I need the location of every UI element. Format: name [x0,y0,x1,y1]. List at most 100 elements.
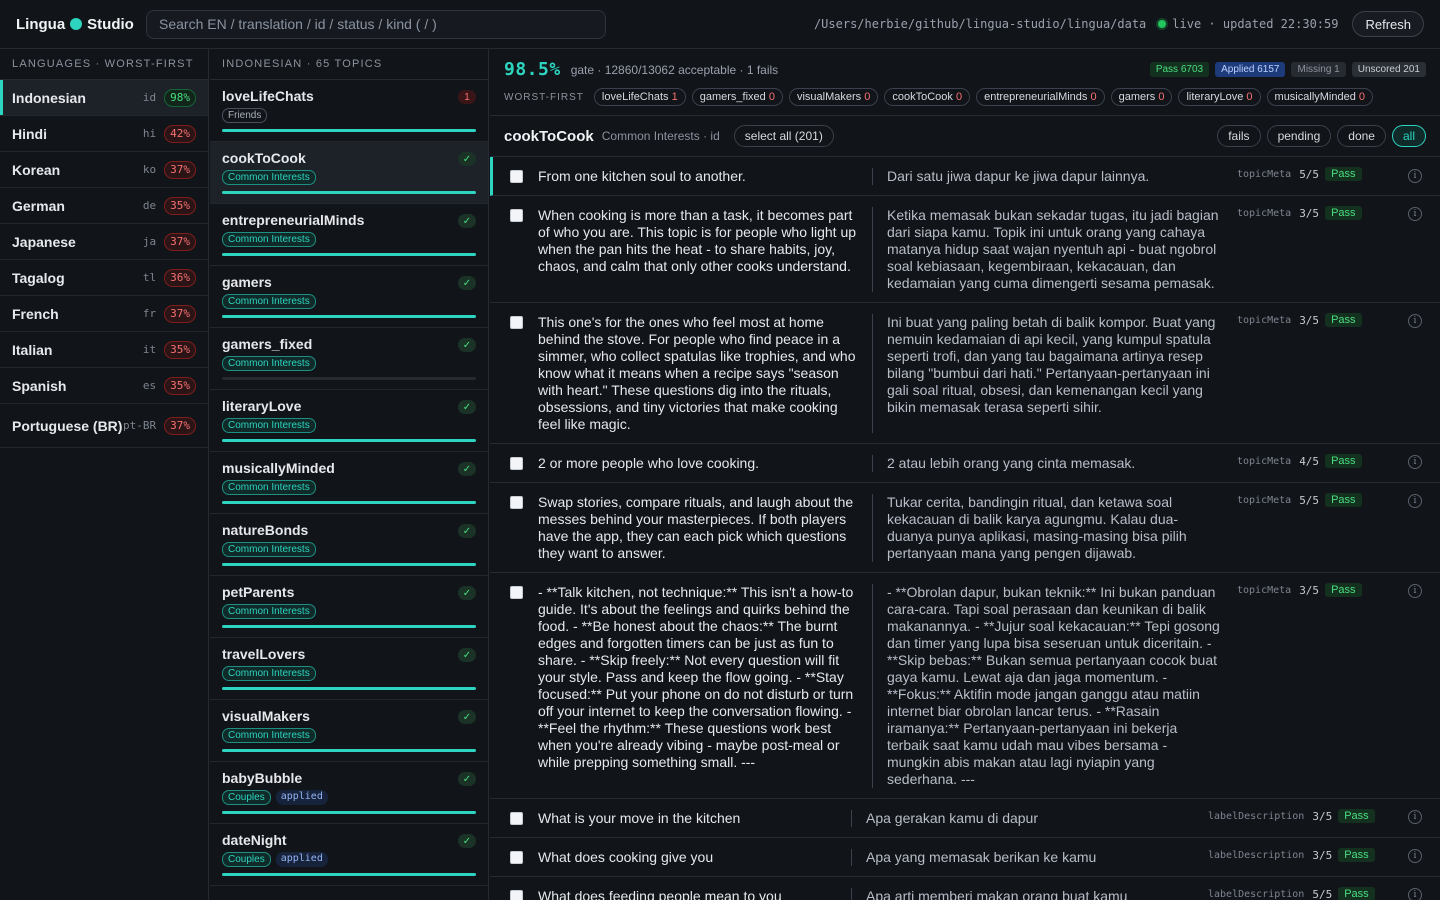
language-item[interactable]: Korean ko 37% [0,152,208,188]
info-icon[interactable]: i [1408,169,1422,183]
topic-header: cookToCook Common Interests · id select … [490,116,1440,157]
topic-item[interactable]: literaryLove ✓ Common Interests [210,390,488,452]
applied-count-chip[interactable]: Applied 6157 [1215,62,1286,77]
topic-item[interactable]: petParents ✓ Common Interests [210,576,488,638]
unscored-count-chip[interactable]: Unscored 201 [1351,62,1426,77]
score: 3/5 [1312,810,1333,823]
check-icon: ✓ [458,710,476,724]
topic-item[interactable]: musicallyMinded ✓ Common Interests [210,452,488,514]
language-item[interactable]: Portuguese (BR) pt-BR 37% [0,404,208,448]
language-item[interactable]: German de 35% [0,188,208,224]
row-checkbox[interactable] [510,209,523,222]
check-icon: ✓ [458,462,476,476]
filter-all-button[interactable]: all [1391,125,1426,147]
topic-item[interactable]: gamers ✓ Common Interests [210,266,488,328]
worst-topic-chip[interactable]: loveLifeChats 1 [593,88,686,106]
row-checkbox[interactable] [510,851,523,864]
worst-topic-fail-count: 0 [955,91,963,103]
topic-progress-fill [222,501,476,504]
topic-progress-bar [222,501,476,504]
pass-badge: Pass [1325,313,1362,327]
language-item[interactable]: Tagalog tl 36% [0,260,208,296]
check-icon: ✓ [458,152,476,166]
topic-progress-bar [222,129,476,132]
language-code: ko [142,163,157,176]
topic-name: musicallyMinded [222,460,335,476]
refresh-button[interactable]: Refresh [1352,11,1424,37]
worst-topic-chip[interactable]: literaryLove 0 [1178,88,1261,106]
row-checkbox[interactable] [510,496,523,509]
topic-item[interactable]: cookToCook ✓ Common Interests [210,142,488,204]
topic-item[interactable]: babyBubble ✓ Couples applied [210,762,488,824]
check-icon: ✓ [458,648,476,662]
topic-progress-fill [222,563,476,566]
row-checkbox[interactable] [510,812,523,825]
data-path: /Users/herbie/github/lingua-studio/lingu… [813,17,1147,31]
topic-item[interactable]: travelLovers ✓ Common Interests [210,638,488,700]
check-icon: ✓ [458,214,476,228]
filter-done-button[interactable]: done [1337,125,1386,147]
worst-topic-fail-count: 0 [1090,91,1097,103]
pass-badge: Pass [1325,583,1362,597]
language-item[interactable]: Japanese ja 37% [0,224,208,260]
row-checkbox[interactable] [510,316,523,329]
score: 5/5 [1299,494,1320,507]
topic-progress-bar [222,253,476,256]
languages-panel: LANGUAGES · WORST-FIRST Indonesian id 98% H… [0,49,209,900]
info-icon[interactable]: i [1408,314,1422,328]
string-row: From one kitchen soul to another. Dari sa… [490,157,1440,196]
topic-tags: Common Interests [222,294,476,309]
row-checkbox[interactable] [510,586,523,599]
worst-topic-chip[interactable]: entrepreneurialMinds 0 [976,88,1105,106]
info-icon[interactable]: i [1408,584,1422,598]
worst-topic-chip[interactable]: visualMakers 0 [788,88,879,106]
topic-item[interactable]: gamers_fixed ✓ Common Interests [210,328,488,390]
filter-pending-button[interactable]: pending [1266,125,1332,147]
info-icon[interactable]: i [1408,494,1422,508]
worst-topic-fail-count: 0 [864,91,871,103]
topic-name: babyBubble [222,770,303,786]
missing-count-chip[interactable]: Missing 1 [1291,62,1346,77]
language-item[interactable]: Spanish es 35% [0,368,208,404]
language-item[interactable]: Italian it 35% [0,332,208,368]
topic-item[interactable]: visualMakers ✓ Common Interests [210,700,488,762]
string-row: What does cooking give you Apa yang memas… [490,838,1440,877]
info-icon[interactable]: i [1408,810,1422,824]
worst-topic-chip[interactable]: gamers 0 [1110,88,1173,106]
pass-count-chip[interactable]: Pass 6703 [1149,62,1210,77]
row-checkbox[interactable] [510,457,523,470]
row-checkbox[interactable] [510,890,523,900]
topic-item[interactable]: entrepreneurialMinds ✓ Common Interests [210,204,488,266]
info-icon[interactable]: i [1408,888,1422,900]
worst-topic-chip[interactable]: cookToCook 0 [884,88,971,106]
worst-topic-chip[interactable]: musicallyMinded 0 [1266,88,1374,106]
info-icon[interactable]: i [1408,849,1422,863]
language-item[interactable]: French fr 37% [0,296,208,332]
gate-summary: gate · 12860/13062 acceptable · 1 fails [570,62,779,77]
worst-topic-name: loveLifeChats [601,91,669,103]
worst-topic-fail-count: 1 [671,91,678,103]
check-icon: ✓ [458,772,476,786]
worst-topic-name: visualMakers [796,91,862,103]
translation-text: Apa yang memasak berikan ke kamu [866,849,1097,865]
language-item[interactable]: Hindi hi 42% [0,116,208,152]
app-brand: Lingua Studio [0,16,146,33]
row-checkbox[interactable] [510,170,523,183]
language-item[interactable]: Indonesian id 98% [0,80,208,116]
brand-dot-icon [70,18,83,30]
topic-item[interactable]: loveLifeChats 1 Friends [210,80,488,142]
language-name: Italian [12,341,53,358]
topic-progress-bar [222,563,476,566]
string-kind: topicMeta [1237,495,1292,506]
topic-item[interactable]: dateNight ✓ Couples applied [210,824,488,886]
select-all-button[interactable]: select all (201) [733,125,834,147]
info-icon[interactable]: i [1408,455,1422,469]
worst-topic-chip[interactable]: gamers_fixed 0 [691,88,783,106]
category-tag: Common Interests [222,666,316,681]
topic-tags: Common Interests [222,232,476,247]
search-input[interactable]: Search EN / translation / id / status / … [146,9,606,39]
filter-fails-button[interactable]: fails [1217,125,1261,147]
pass-badge: Pass [1338,887,1375,900]
topic-item[interactable]: natureBonds ✓ Common Interests [210,514,488,576]
info-icon[interactable]: i [1408,207,1422,221]
